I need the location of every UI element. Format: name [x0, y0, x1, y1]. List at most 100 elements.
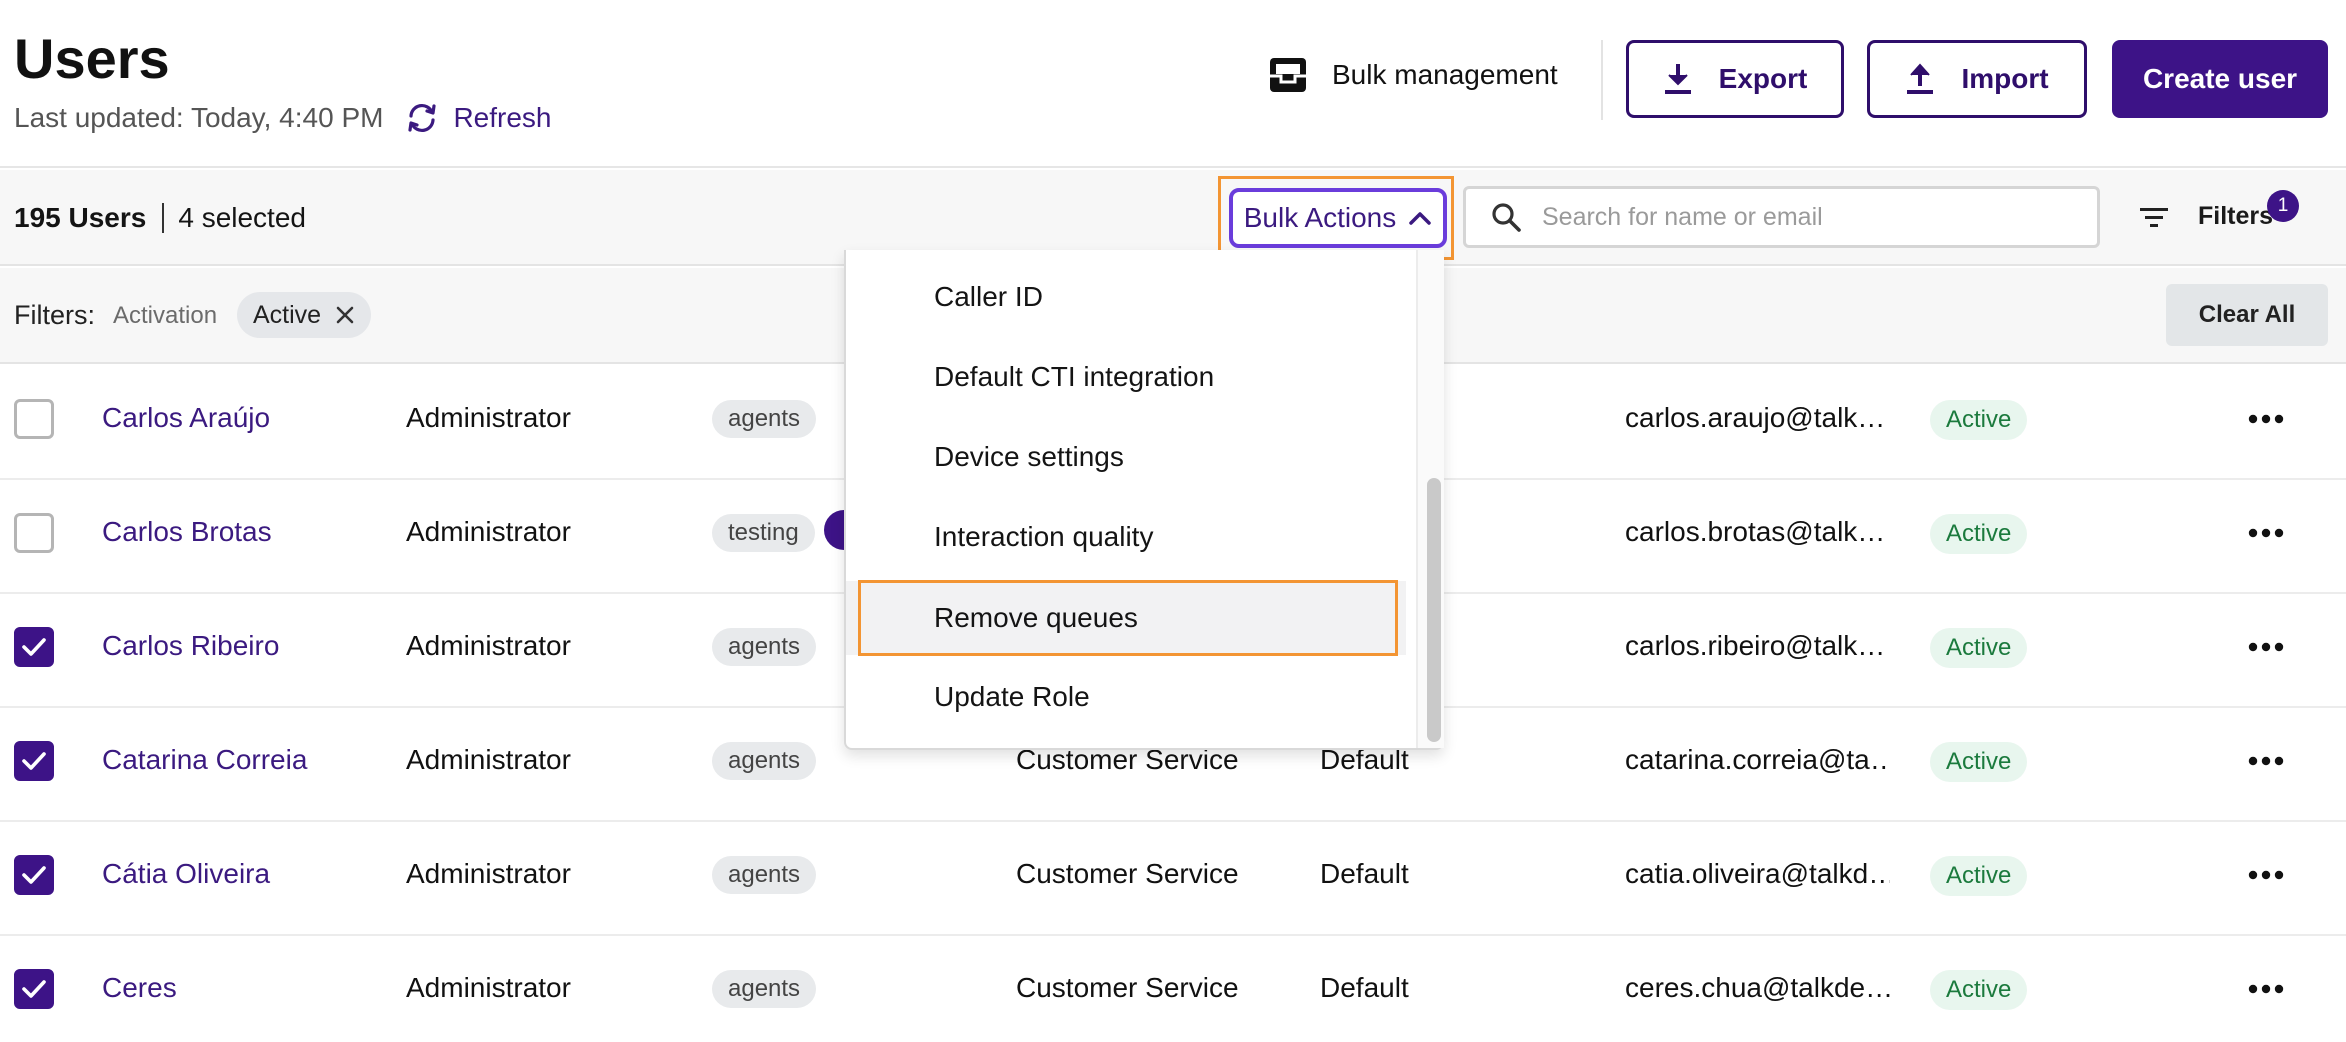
user-name-link[interactable]: Carlos Ribeiro — [102, 630, 279, 662]
user-name-link[interactable]: Carlos Araújo — [102, 402, 270, 434]
filters-button[interactable]: Filters — [2138, 202, 2273, 231]
menu-item-caller-id[interactable]: Caller ID — [846, 260, 1406, 334]
row-more-button[interactable] — [2248, 982, 2284, 1000]
upload-icon — [1907, 63, 1934, 94]
search-box — [1463, 186, 2100, 248]
row-checkbox[interactable] — [14, 741, 54, 781]
more-horizontal-icon — [2248, 528, 2284, 538]
selected-count: 4 selected — [178, 202, 306, 233]
user-group-tag: testing — [712, 514, 815, 552]
user-role: Administrator — [406, 402, 571, 433]
user-email: carlos.brotas@talk… — [1625, 516, 1886, 547]
user-name-link[interactable]: Carlos Brotas — [102, 516, 272, 548]
menu-item-highlight — [858, 580, 1398, 656]
close-icon[interactable] — [335, 305, 355, 325]
bulk-actions-button[interactable]: Bulk Actions — [1229, 188, 1447, 248]
status-badge: Active — [1930, 400, 2028, 440]
more-horizontal-icon — [2248, 756, 2284, 766]
row-more-button[interactable] — [2248, 412, 2284, 430]
status-badge: Active — [1930, 628, 2028, 668]
user-profile: Default — [1320, 858, 1409, 889]
user-group-tag: agents — [712, 628, 817, 666]
page-header: Users Last updated: Today, 4:40 PM Refre… — [0, 0, 2346, 168]
row-checkbox[interactable] — [14, 627, 54, 667]
row-more-button[interactable] — [2248, 526, 2284, 544]
menu-scrollbar-thumb[interactable] — [1427, 478, 1441, 742]
bulk-management-button[interactable]: Bulk management — [1268, 56, 1558, 94]
user-role: Administrator — [406, 858, 571, 889]
filter-icon — [2140, 207, 2168, 227]
count-divider — [162, 203, 165, 233]
menu-item-device-settings[interactable]: Device settings — [846, 420, 1406, 494]
filters-count-badge: 1 — [2267, 190, 2299, 222]
refresh-label: Refresh — [453, 102, 552, 133]
row-more-button[interactable] — [2248, 754, 2284, 772]
menu-item-update-role[interactable]: Update Role — [846, 660, 1406, 734]
filters-label: Filters — [2198, 202, 2274, 230]
export-label: Export — [1718, 63, 1808, 94]
more-horizontal-icon — [2248, 642, 2284, 652]
page-title: Users — [14, 27, 170, 90]
user-role: Administrator — [406, 972, 571, 1003]
search-icon — [1492, 203, 1521, 232]
refresh-button[interactable]: Refresh — [405, 102, 552, 134]
active-filters-label: Filters: — [14, 300, 95, 330]
clear-all-button[interactable]: Clear All — [2166, 284, 2328, 346]
user-team: Customer Service — [1016, 858, 1239, 889]
menu-item-interaction-quality[interactable]: Interaction quality — [846, 500, 1406, 574]
user-name-link[interactable]: Catarina Correia — [102, 744, 307, 776]
user-role: Administrator — [406, 630, 571, 661]
user-group-tag: agents — [712, 742, 817, 780]
search-input[interactable] — [1542, 202, 2082, 232]
user-name-link[interactable]: Ceres — [102, 972, 177, 1004]
checkmark-icon — [22, 980, 46, 998]
user-profile: Default — [1320, 972, 1409, 1003]
import-button[interactable]: Import — [1867, 40, 2087, 118]
row-checkbox[interactable] — [14, 513, 54, 553]
bulk-actions-label: Bulk Actions — [1243, 202, 1397, 233]
status-badge: Active — [1930, 856, 2028, 896]
menu-item-default-cti-integration[interactable]: Default CTI integration — [846, 340, 1406, 414]
inbox-icon — [1270, 58, 1306, 92]
checkmark-icon — [22, 866, 46, 884]
checkmark-icon — [22, 638, 46, 656]
status-badge: Active — [1930, 742, 2028, 782]
user-role: Administrator — [406, 516, 571, 547]
filter-key: Activation — [113, 302, 218, 329]
user-team: Customer Service — [1016, 972, 1239, 1003]
import-label: Import — [1961, 63, 2049, 94]
user-group-tag: agents — [712, 400, 817, 438]
user-name-link[interactable]: Cátia Oliveira — [102, 858, 270, 890]
user-email: catarina.correia@ta… — [1625, 744, 1890, 775]
filter-chip-label: Active — [253, 300, 322, 329]
create-user-button[interactable]: Create user — [2112, 40, 2328, 118]
bulk-actions-menu: Caller ID Default CTI integration Device… — [844, 250, 1444, 750]
status-badge: Active — [1930, 514, 2028, 554]
row-more-button[interactable] — [2248, 868, 2284, 886]
header-divider — [1601, 40, 1603, 120]
bulk-management-label: Bulk management — [1332, 59, 1558, 90]
row-checkbox[interactable] — [14, 855, 54, 895]
more-horizontal-icon — [2248, 984, 2284, 994]
user-count: 195 Users 4 selected — [14, 202, 306, 234]
more-horizontal-icon — [2248, 870, 2284, 880]
refresh-icon — [408, 103, 437, 133]
export-button[interactable]: Export — [1626, 40, 1844, 118]
menu-scrollbar[interactable] — [1416, 250, 1444, 748]
user-email: catia.oliveira@talkd… — [1625, 858, 1890, 889]
last-updated-text: Last updated: Today, 4:40 PM — [14, 102, 384, 133]
user-email: carlos.araujo@talk… — [1625, 402, 1886, 433]
filter-chip: Active — [237, 292, 372, 338]
row-checkbox[interactable] — [14, 969, 54, 1009]
chevron-up-icon — [1409, 212, 1432, 225]
row-checkbox[interactable] — [14, 399, 54, 439]
row-more-button[interactable] — [2248, 640, 2284, 658]
table-row: Ceres Administrator agents Customer Serv… — [0, 936, 2346, 1042]
user-email: carlos.ribeiro@talk… — [1625, 630, 1886, 661]
status-badge: Active — [1930, 970, 2028, 1010]
checkmark-icon — [22, 752, 46, 770]
more-horizontal-icon — [2248, 414, 2284, 424]
last-updated: Last updated: Today, 4:40 PM Refresh — [14, 102, 552, 134]
user-group-tag: agents — [712, 856, 817, 894]
table-row: Cátia Oliveira Administrator agents Cust… — [0, 822, 2346, 936]
